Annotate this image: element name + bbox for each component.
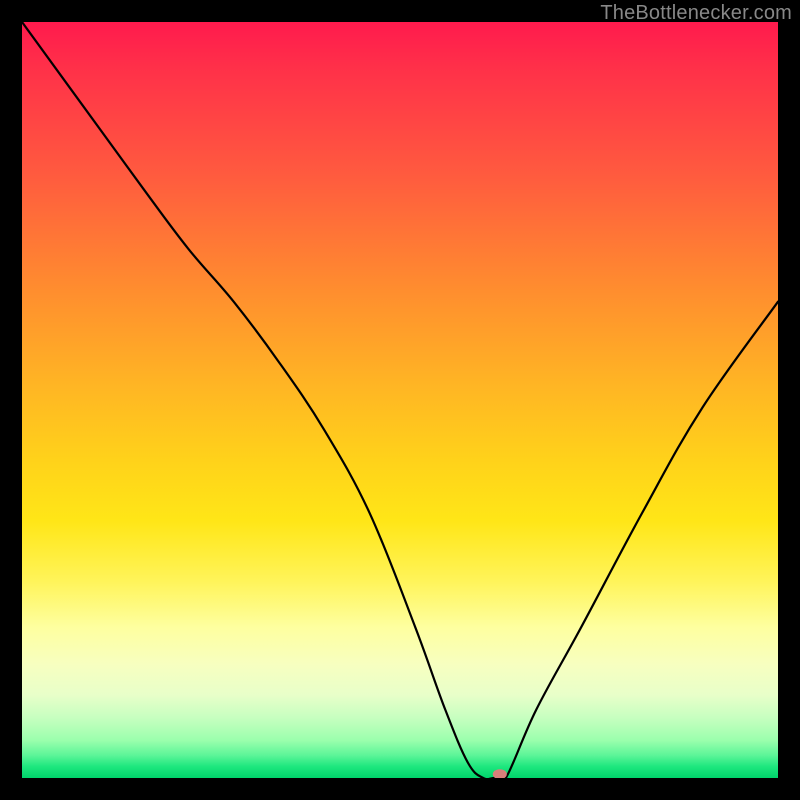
optimum-marker — [493, 769, 507, 778]
plot-area — [22, 22, 778, 778]
bottleneck-curve-line — [22, 22, 778, 778]
bottleneck-curve-svg — [22, 22, 778, 778]
chart-container: TheBottlenecker.com — [0, 0, 800, 800]
watermark-label: TheBottlenecker.com — [600, 2, 792, 25]
